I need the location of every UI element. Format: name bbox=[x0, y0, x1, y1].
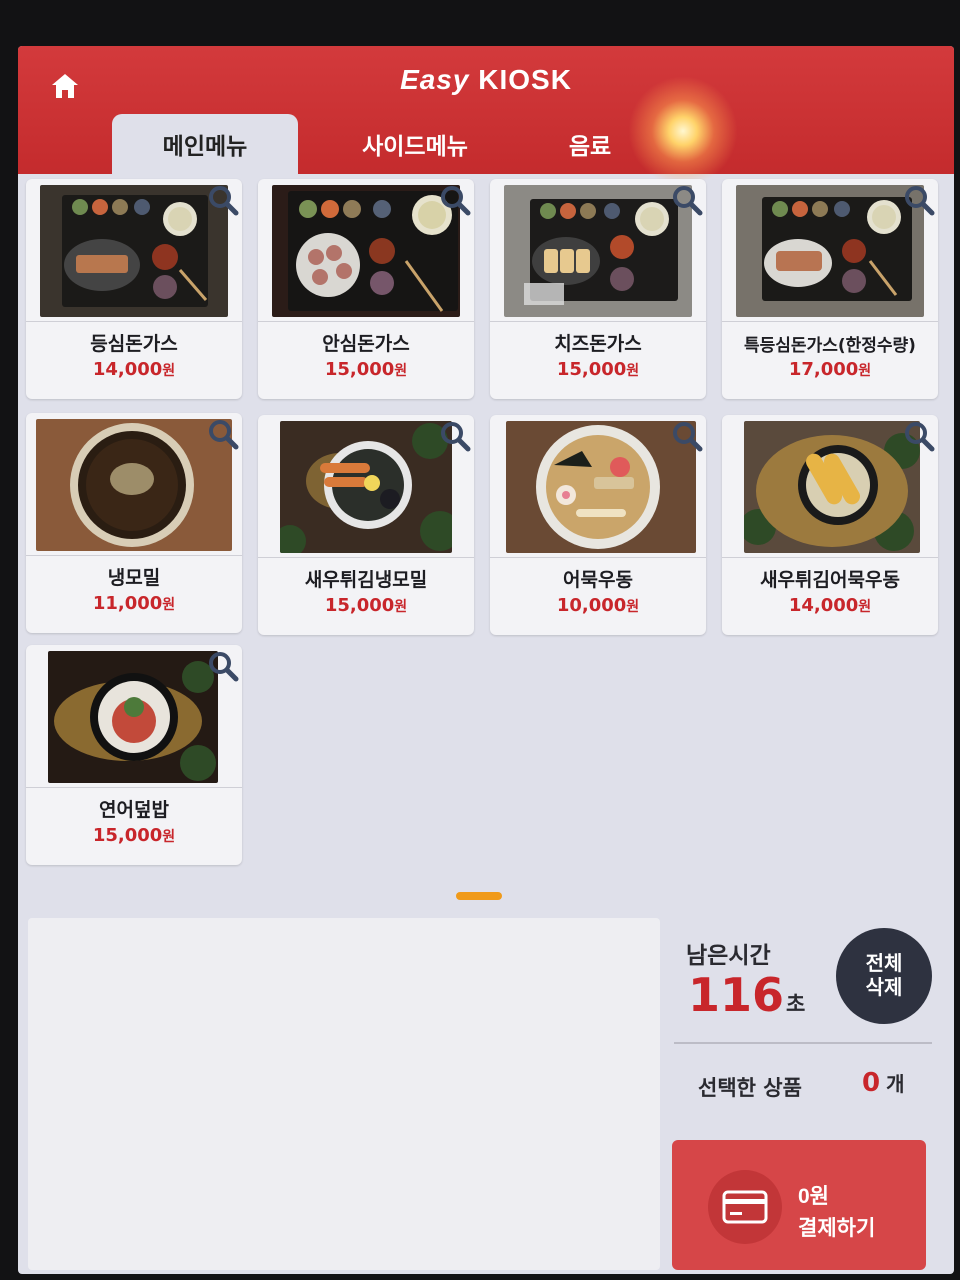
menu-item[interactable]: 어묵우동 10,000원 bbox=[490, 415, 706, 635]
zoom-icon[interactable] bbox=[206, 649, 240, 683]
header: Easy KIOSK 메인메뉴 사이드메뉴 음료 bbox=[18, 46, 954, 186]
menu-item[interactable]: 특등심돈가스(한정수량) 17,000원 bbox=[722, 179, 938, 399]
menu-item-price: 14,000원 bbox=[788, 595, 872, 616]
menu-item-name: 연어덮밥 bbox=[99, 799, 169, 821]
zoom-icon[interactable] bbox=[902, 419, 936, 453]
menu-item-photo bbox=[48, 651, 218, 783]
cart-list bbox=[28, 918, 660, 1270]
remaining-time-label: 남은시간 bbox=[686, 943, 771, 969]
menu-item-photo bbox=[744, 421, 920, 553]
card-divider bbox=[490, 557, 706, 558]
zoom-icon[interactable] bbox=[902, 183, 936, 217]
remaining-time-value: 116초 bbox=[688, 968, 806, 1022]
brand-kiosk: KIOSK bbox=[478, 64, 572, 95]
zoom-icon[interactable] bbox=[670, 419, 704, 453]
menu-item-price: 17,000원 bbox=[788, 359, 872, 380]
card-divider bbox=[26, 321, 242, 322]
summary-divider bbox=[674, 1042, 932, 1044]
selected-items-label: 선택한 상품 bbox=[698, 1076, 802, 1100]
menu-item[interactable]: 안심돈가스 15,000원 bbox=[258, 179, 474, 399]
menu-item-name: 치즈돈가스 bbox=[554, 333, 642, 355]
menu-item-photo bbox=[272, 185, 460, 317]
menu-item[interactable]: 연어덮밥 15,000원 bbox=[26, 645, 242, 865]
menu-item-photo bbox=[504, 185, 692, 317]
menu-item-name: 어묵우동 bbox=[563, 569, 633, 591]
brand-easy: Easy bbox=[400, 64, 470, 95]
menu-item[interactable]: 새우튀김어묵우동 14,000원 bbox=[722, 415, 938, 635]
card-divider bbox=[490, 321, 706, 322]
menu-item-photo bbox=[40, 185, 228, 317]
menu-item-price: 15,000원 bbox=[92, 825, 176, 846]
menu-item-photo bbox=[280, 421, 452, 553]
tab-side-menu[interactable]: 사이드메뉴 bbox=[340, 114, 490, 174]
menu-item[interactable]: 새우튀김냉모밀 15,000원 bbox=[258, 415, 474, 635]
category-tabs: 메인메뉴 사이드메뉴 음료 bbox=[112, 114, 692, 174]
tab-main-menu[interactable]: 메인메뉴 bbox=[112, 114, 298, 174]
zoom-icon[interactable] bbox=[670, 183, 704, 217]
menu-item[interactable]: 냉모밀 11,000원 bbox=[26, 413, 242, 633]
card-divider bbox=[258, 557, 474, 558]
card-divider bbox=[722, 321, 938, 322]
menu-item-price: 15,000원 bbox=[324, 595, 408, 616]
card-divider bbox=[722, 557, 938, 558]
zoom-icon[interactable] bbox=[438, 419, 472, 453]
menu-item-photo bbox=[506, 421, 696, 553]
menu-item-price: 10,000원 bbox=[556, 595, 640, 616]
menu-item-name: 등심돈가스 bbox=[90, 333, 178, 355]
pay-amount: 0원 bbox=[798, 1185, 829, 1208]
brand-logo: Easy KIOSK bbox=[18, 64, 954, 96]
menu-item-name: 새우튀김어묵우동 bbox=[760, 569, 900, 591]
menu-item[interactable]: 등심돈가스 14,000원 bbox=[26, 179, 242, 399]
menu-item-photo bbox=[36, 419, 232, 551]
menu-item-photo bbox=[736, 185, 924, 317]
clear-all-button[interactable]: 전체 삭제 bbox=[836, 928, 932, 1024]
pay-button[interactable]: 0원 결제하기 bbox=[672, 1140, 926, 1270]
menu-item-price: 14,000원 bbox=[92, 359, 176, 380]
zoom-icon[interactable] bbox=[206, 183, 240, 217]
panel-drag-handle[interactable] bbox=[456, 892, 502, 900]
menu-item[interactable]: 치즈돈가스 15,000원 bbox=[490, 179, 706, 399]
menu-item-name: 새우튀김냉모밀 bbox=[304, 569, 428, 591]
zoom-icon[interactable] bbox=[438, 183, 472, 217]
card-divider bbox=[26, 787, 242, 788]
menu-item-name: 특등심돈가스(한정수량) bbox=[744, 336, 916, 356]
card-divider bbox=[26, 555, 242, 556]
menu-item-price: 15,000원 bbox=[556, 359, 640, 380]
selected-items-count: 0개 bbox=[862, 1068, 905, 1098]
menu-item-price: 11,000원 bbox=[92, 593, 176, 614]
credit-card-icon bbox=[708, 1170, 782, 1244]
kiosk-screen: Easy KIOSK 메인메뉴 사이드메뉴 음료 등심돈가스 14,000원 안… bbox=[18, 46, 954, 1274]
menu-item-price: 15,000원 bbox=[324, 359, 408, 380]
menu-item-name: 안심돈가스 bbox=[322, 333, 410, 355]
zoom-icon[interactable] bbox=[206, 417, 240, 451]
tab-drinks[interactable]: 음료 bbox=[530, 114, 650, 174]
menu-item-name: 냉모밀 bbox=[107, 567, 161, 589]
card-divider bbox=[258, 321, 474, 322]
pay-label: 결제하기 bbox=[798, 1217, 876, 1240]
